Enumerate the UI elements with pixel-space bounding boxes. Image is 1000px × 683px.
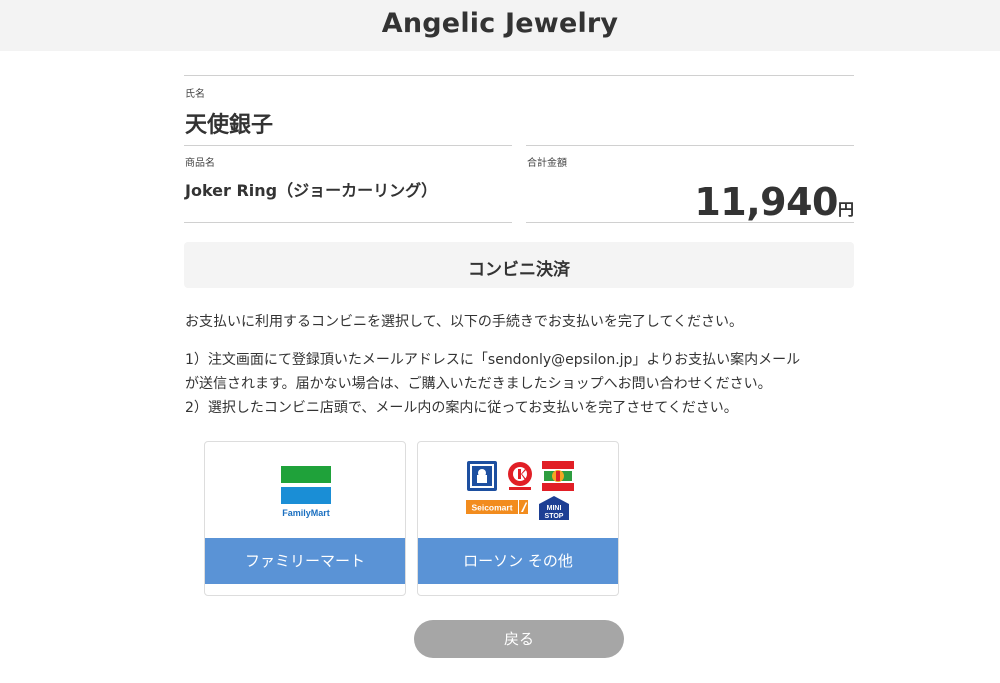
payment-method-title: コンビニ決済 (468, 260, 570, 280)
back-button[interactable]: 戻る (414, 620, 624, 658)
payment-step: 1）注文画面にて登録頂いたメールアドレスに「sendonly@epsilon.j… (185, 352, 801, 368)
sunkus-logo (542, 461, 574, 491)
familymart-logo-text: FamilyMart (282, 508, 330, 518)
site-header: Angelic Jewelry (0, 0, 1000, 51)
lawson-others-button-label[interactable]: ローソン その他 (418, 538, 618, 584)
divider (526, 222, 854, 223)
product-label: 商品名 (185, 158, 215, 169)
divider (184, 75, 854, 76)
ministop-logo-text: MINI (547, 505, 562, 512)
divider (526, 145, 854, 146)
circle-k-logo (508, 462, 532, 490)
familymart-card[interactable]: FamilyMart ファミリーマート (204, 441, 406, 596)
customer-name: 天使銀子 (185, 113, 274, 138)
divider (184, 222, 512, 223)
seicomart-logo: Seicomart (466, 500, 528, 514)
familymart-button-label[interactable]: ファミリーマート (205, 538, 405, 584)
ministop-logo-text: STOP (545, 513, 564, 520)
lawson-others-card[interactable]: Seicomart MINI STOP ローソン その他 (417, 441, 619, 596)
payment-method-banner: コンビニ決済 (184, 242, 854, 288)
divider (184, 145, 512, 146)
payment-step: 2）選択したコンビニ店頭で、メール内の案内に従ってお支払いを完了させてください。 (185, 400, 738, 416)
total-amount-value: 11,940 (694, 180, 838, 224)
payment-step: が送信されます。届かない場合は、ご購入いただきましたショップへお問い合わせくださ… (185, 376, 772, 392)
payment-instruction: お支払いに利用するコンビニを選択して、以下の手続きでお支払いを完了してください。 (185, 314, 744, 330)
familymart-logo: FamilyMart (281, 466, 331, 518)
total-label: 合計金額 (527, 158, 567, 169)
lawson-logo (467, 461, 497, 491)
site-title: Angelic Jewelry (381, 8, 619, 39)
ministop-logo: MINI STOP (539, 496, 569, 520)
product-name: Joker Ring（ジョーカーリング） (185, 181, 438, 200)
name-label: 氏名 (185, 89, 205, 100)
currency-unit: 円 (837, 200, 854, 219)
total-amount: 11,940円 (694, 180, 854, 224)
seicomart-logo-text: Seicomart (471, 503, 512, 513)
